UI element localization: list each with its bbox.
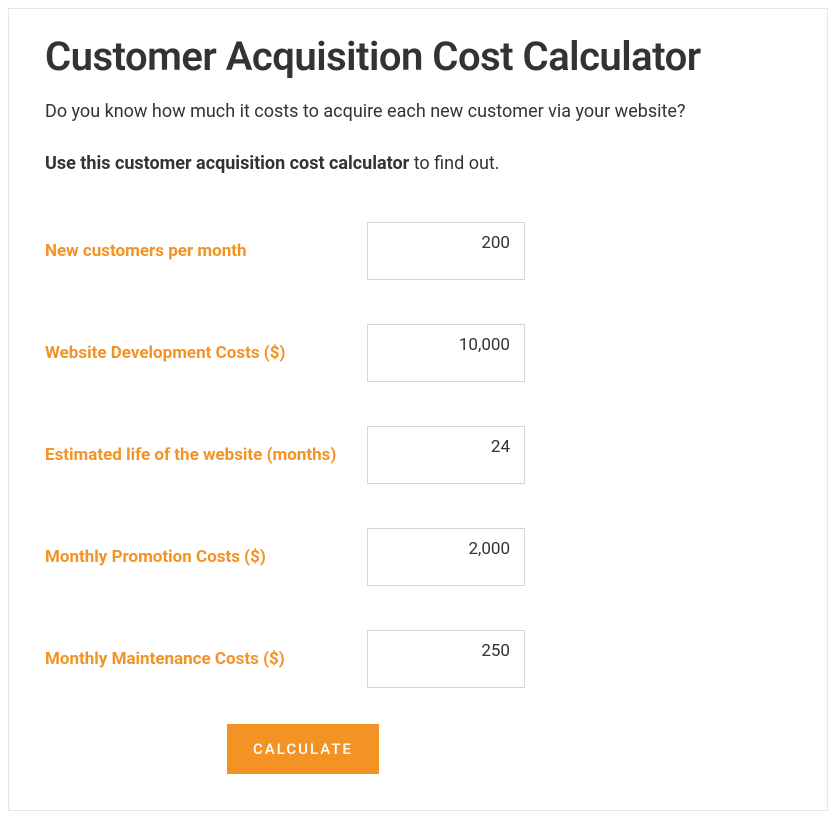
- instruction-text: Use this customer acquisition cost calcu…: [45, 153, 791, 174]
- field-row-dev-costs: Website Development Costs ($): [45, 324, 791, 382]
- label-maintenance-costs: Monthly Maintenance Costs ($): [45, 649, 367, 669]
- field-row-maintenance-costs: Monthly Maintenance Costs ($): [45, 630, 791, 688]
- label-dev-costs: Website Development Costs ($): [45, 343, 367, 363]
- calculate-button[interactable]: CALCULATE: [227, 724, 379, 774]
- field-row-new-customers: New customers per month: [45, 222, 791, 280]
- page-subtitle: Do you know how much it costs to acquire…: [45, 98, 791, 125]
- page-title: Customer Acquisition Cost Calculator: [45, 33, 791, 80]
- label-website-life: Estimated life of the website (months): [45, 445, 367, 465]
- input-maintenance-costs[interactable]: [367, 630, 525, 688]
- instruction-bold: Use this customer acquisition cost calcu…: [45, 153, 409, 174]
- label-new-customers: New customers per month: [45, 241, 367, 261]
- instruction-rest: to find out.: [409, 153, 499, 174]
- calculator-container: Customer Acquisition Cost Calculator Do …: [8, 8, 828, 811]
- input-dev-costs[interactable]: [367, 324, 525, 382]
- input-website-life[interactable]: [367, 426, 525, 484]
- field-row-promotion-costs: Monthly Promotion Costs ($): [45, 528, 791, 586]
- label-promotion-costs: Monthly Promotion Costs ($): [45, 547, 367, 567]
- field-row-website-life: Estimated life of the website (months): [45, 426, 791, 484]
- input-promotion-costs[interactable]: [367, 528, 525, 586]
- input-new-customers[interactable]: [367, 222, 525, 280]
- button-row: CALCULATE: [45, 724, 791, 774]
